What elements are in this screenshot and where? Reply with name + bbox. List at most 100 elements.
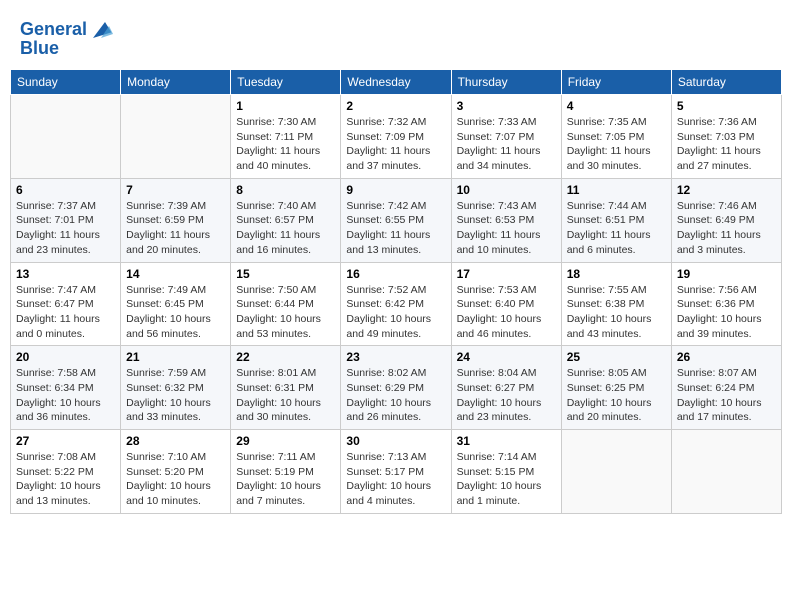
- day-number: 26: [677, 350, 776, 364]
- calendar-cell: 28 Sunrise: 7:10 AMSunset: 5:20 PMDayligh…: [121, 430, 231, 514]
- day-info: Sunrise: 8:01 AMSunset: 6:31 PMDaylight:…: [236, 366, 335, 425]
- day-info: Sunrise: 7:14 AMSunset: 5:15 PMDaylight:…: [457, 450, 556, 509]
- calendar-cell: 9 Sunrise: 7:42 AMSunset: 6:55 PMDaylight…: [341, 178, 451, 262]
- calendar-cell: 8 Sunrise: 7:40 AMSunset: 6:57 PMDaylight…: [231, 178, 341, 262]
- weekday-header: Tuesday: [231, 70, 341, 95]
- day-info: Sunrise: 7:53 AMSunset: 6:40 PMDaylight:…: [457, 283, 556, 342]
- day-number: 25: [567, 350, 666, 364]
- calendar-cell: 20 Sunrise: 7:58 AMSunset: 6:34 PMDayligh…: [11, 346, 121, 430]
- day-info: Sunrise: 7:36 AMSunset: 7:03 PMDaylight:…: [677, 115, 776, 174]
- page-header: General Blue: [10, 10, 782, 63]
- calendar-cell: 29 Sunrise: 7:11 AMSunset: 5:19 PMDayligh…: [231, 430, 341, 514]
- day-number: 22: [236, 350, 335, 364]
- day-info: Sunrise: 7:58 AMSunset: 6:34 PMDaylight:…: [16, 366, 115, 425]
- day-number: 23: [346, 350, 445, 364]
- calendar-table: SundayMondayTuesdayWednesdayThursdayFrid…: [10, 69, 782, 514]
- calendar-cell: 23 Sunrise: 8:02 AMSunset: 6:29 PMDayligh…: [341, 346, 451, 430]
- weekday-header: Monday: [121, 70, 231, 95]
- day-info: Sunrise: 7:42 AMSunset: 6:55 PMDaylight:…: [346, 199, 445, 258]
- calendar-cell: 17 Sunrise: 7:53 AMSunset: 6:40 PMDayligh…: [451, 262, 561, 346]
- day-info: Sunrise: 7:56 AMSunset: 6:36 PMDaylight:…: [677, 283, 776, 342]
- calendar-cell: 22 Sunrise: 8:01 AMSunset: 6:31 PMDayligh…: [231, 346, 341, 430]
- day-number: 20: [16, 350, 115, 364]
- day-info: Sunrise: 7:46 AMSunset: 6:49 PMDaylight:…: [677, 199, 776, 258]
- day-number: 30: [346, 434, 445, 448]
- day-number: 8: [236, 183, 335, 197]
- logo-icon: [89, 18, 113, 42]
- day-info: Sunrise: 7:33 AMSunset: 7:07 PMDaylight:…: [457, 115, 556, 174]
- day-info: Sunrise: 7:35 AMSunset: 7:05 PMDaylight:…: [567, 115, 666, 174]
- calendar-cell: 19 Sunrise: 7:56 AMSunset: 6:36 PMDayligh…: [671, 262, 781, 346]
- day-info: Sunrise: 7:13 AMSunset: 5:17 PMDaylight:…: [346, 450, 445, 509]
- day-number: 4: [567, 99, 666, 113]
- day-number: 28: [126, 434, 225, 448]
- day-number: 19: [677, 267, 776, 281]
- day-info: Sunrise: 8:02 AMSunset: 6:29 PMDaylight:…: [346, 366, 445, 425]
- day-number: 7: [126, 183, 225, 197]
- day-number: 13: [16, 267, 115, 281]
- day-number: 18: [567, 267, 666, 281]
- day-info: Sunrise: 7:59 AMSunset: 6:32 PMDaylight:…: [126, 366, 225, 425]
- day-info: Sunrise: 7:30 AMSunset: 7:11 PMDaylight:…: [236, 115, 335, 174]
- day-number: 15: [236, 267, 335, 281]
- weekday-header-row: SundayMondayTuesdayWednesdayThursdayFrid…: [11, 70, 782, 95]
- day-info: Sunrise: 7:11 AMSunset: 5:19 PMDaylight:…: [236, 450, 335, 509]
- day-number: 12: [677, 183, 776, 197]
- day-number: 24: [457, 350, 556, 364]
- calendar-cell: 6Sunrise: 7:37 AMSunset: 7:01 PMDaylight…: [11, 178, 121, 262]
- day-number: 17: [457, 267, 556, 281]
- calendar-week-row: 20 Sunrise: 7:58 AMSunset: 6:34 PMDayligh…: [11, 346, 782, 430]
- calendar-cell: 21 Sunrise: 7:59 AMSunset: 6:32 PMDayligh…: [121, 346, 231, 430]
- calendar-week-row: 1 Sunrise: 7:30 AMSunset: 7:11 PMDaylight…: [11, 95, 782, 179]
- day-number: 2: [346, 99, 445, 113]
- calendar-cell: 2Sunrise: 7:32 AMSunset: 7:09 PMDaylight…: [341, 95, 451, 179]
- calendar-cell: 11Sunrise: 7:44 AMSunset: 6:51 PMDayligh…: [561, 178, 671, 262]
- calendar-cell: 14 Sunrise: 7:49 AMSunset: 6:45 PMDayligh…: [121, 262, 231, 346]
- calendar-cell: 4 Sunrise: 7:35 AMSunset: 7:05 PMDaylight…: [561, 95, 671, 179]
- calendar-cell: 18 Sunrise: 7:55 AMSunset: 6:38 PMDayligh…: [561, 262, 671, 346]
- day-number: 1: [236, 99, 335, 113]
- calendar-cell: 5 Sunrise: 7:36 AMSunset: 7:03 PMDaylight…: [671, 95, 781, 179]
- calendar-cell: 3Sunrise: 7:33 AMSunset: 7:07 PMDaylight…: [451, 95, 561, 179]
- calendar-cell: 31 Sunrise: 7:14 AMSunset: 5:15 PMDayligh…: [451, 430, 561, 514]
- day-number: 21: [126, 350, 225, 364]
- day-number: 27: [16, 434, 115, 448]
- day-info: Sunrise: 7:39 AMSunset: 6:59 PMDaylight:…: [126, 199, 225, 258]
- day-info: Sunrise: 8:05 AMSunset: 6:25 PMDaylight:…: [567, 366, 666, 425]
- calendar-cell: [671, 430, 781, 514]
- day-info: Sunrise: 7:49 AMSunset: 6:45 PMDaylight:…: [126, 283, 225, 342]
- logo-text: General: [20, 20, 87, 40]
- calendar-cell: 15 Sunrise: 7:50 AMSunset: 6:44 PMDayligh…: [231, 262, 341, 346]
- day-number: 29: [236, 434, 335, 448]
- weekday-header: Friday: [561, 70, 671, 95]
- weekday-header: Thursday: [451, 70, 561, 95]
- day-number: 14: [126, 267, 225, 281]
- day-number: 9: [346, 183, 445, 197]
- calendar-cell: 30 Sunrise: 7:13 AMSunset: 5:17 PMDayligh…: [341, 430, 451, 514]
- day-number: 11: [567, 183, 666, 197]
- calendar-cell: 27 Sunrise: 7:08 AMSunset: 5:22 PMDayligh…: [11, 430, 121, 514]
- calendar-week-row: 6Sunrise: 7:37 AMSunset: 7:01 PMDaylight…: [11, 178, 782, 262]
- calendar-cell: [11, 95, 121, 179]
- day-number: 16: [346, 267, 445, 281]
- day-info: Sunrise: 7:55 AMSunset: 6:38 PMDaylight:…: [567, 283, 666, 342]
- day-info: Sunrise: 7:08 AMSunset: 5:22 PMDaylight:…: [16, 450, 115, 509]
- day-info: Sunrise: 7:50 AMSunset: 6:44 PMDaylight:…: [236, 283, 335, 342]
- day-info: Sunrise: 7:10 AMSunset: 5:20 PMDaylight:…: [126, 450, 225, 509]
- calendar-cell: [121, 95, 231, 179]
- weekday-header: Saturday: [671, 70, 781, 95]
- calendar-cell: 1 Sunrise: 7:30 AMSunset: 7:11 PMDaylight…: [231, 95, 341, 179]
- day-number: 10: [457, 183, 556, 197]
- day-info: Sunrise: 8:07 AMSunset: 6:24 PMDaylight:…: [677, 366, 776, 425]
- calendar-cell: 7 Sunrise: 7:39 AMSunset: 6:59 PMDaylight…: [121, 178, 231, 262]
- weekday-header: Wednesday: [341, 70, 451, 95]
- calendar-cell: 13Sunrise: 7:47 AMSunset: 6:47 PMDayligh…: [11, 262, 121, 346]
- day-number: 5: [677, 99, 776, 113]
- day-info: Sunrise: 7:40 AMSunset: 6:57 PMDaylight:…: [236, 199, 335, 258]
- calendar-cell: 24Sunrise: 8:04 AMSunset: 6:27 PMDayligh…: [451, 346, 561, 430]
- calendar-cell: [561, 430, 671, 514]
- day-number: 6: [16, 183, 115, 197]
- calendar-cell: 16Sunrise: 7:52 AMSunset: 6:42 PMDayligh…: [341, 262, 451, 346]
- logo: General Blue: [20, 18, 113, 59]
- day-number: 31: [457, 434, 556, 448]
